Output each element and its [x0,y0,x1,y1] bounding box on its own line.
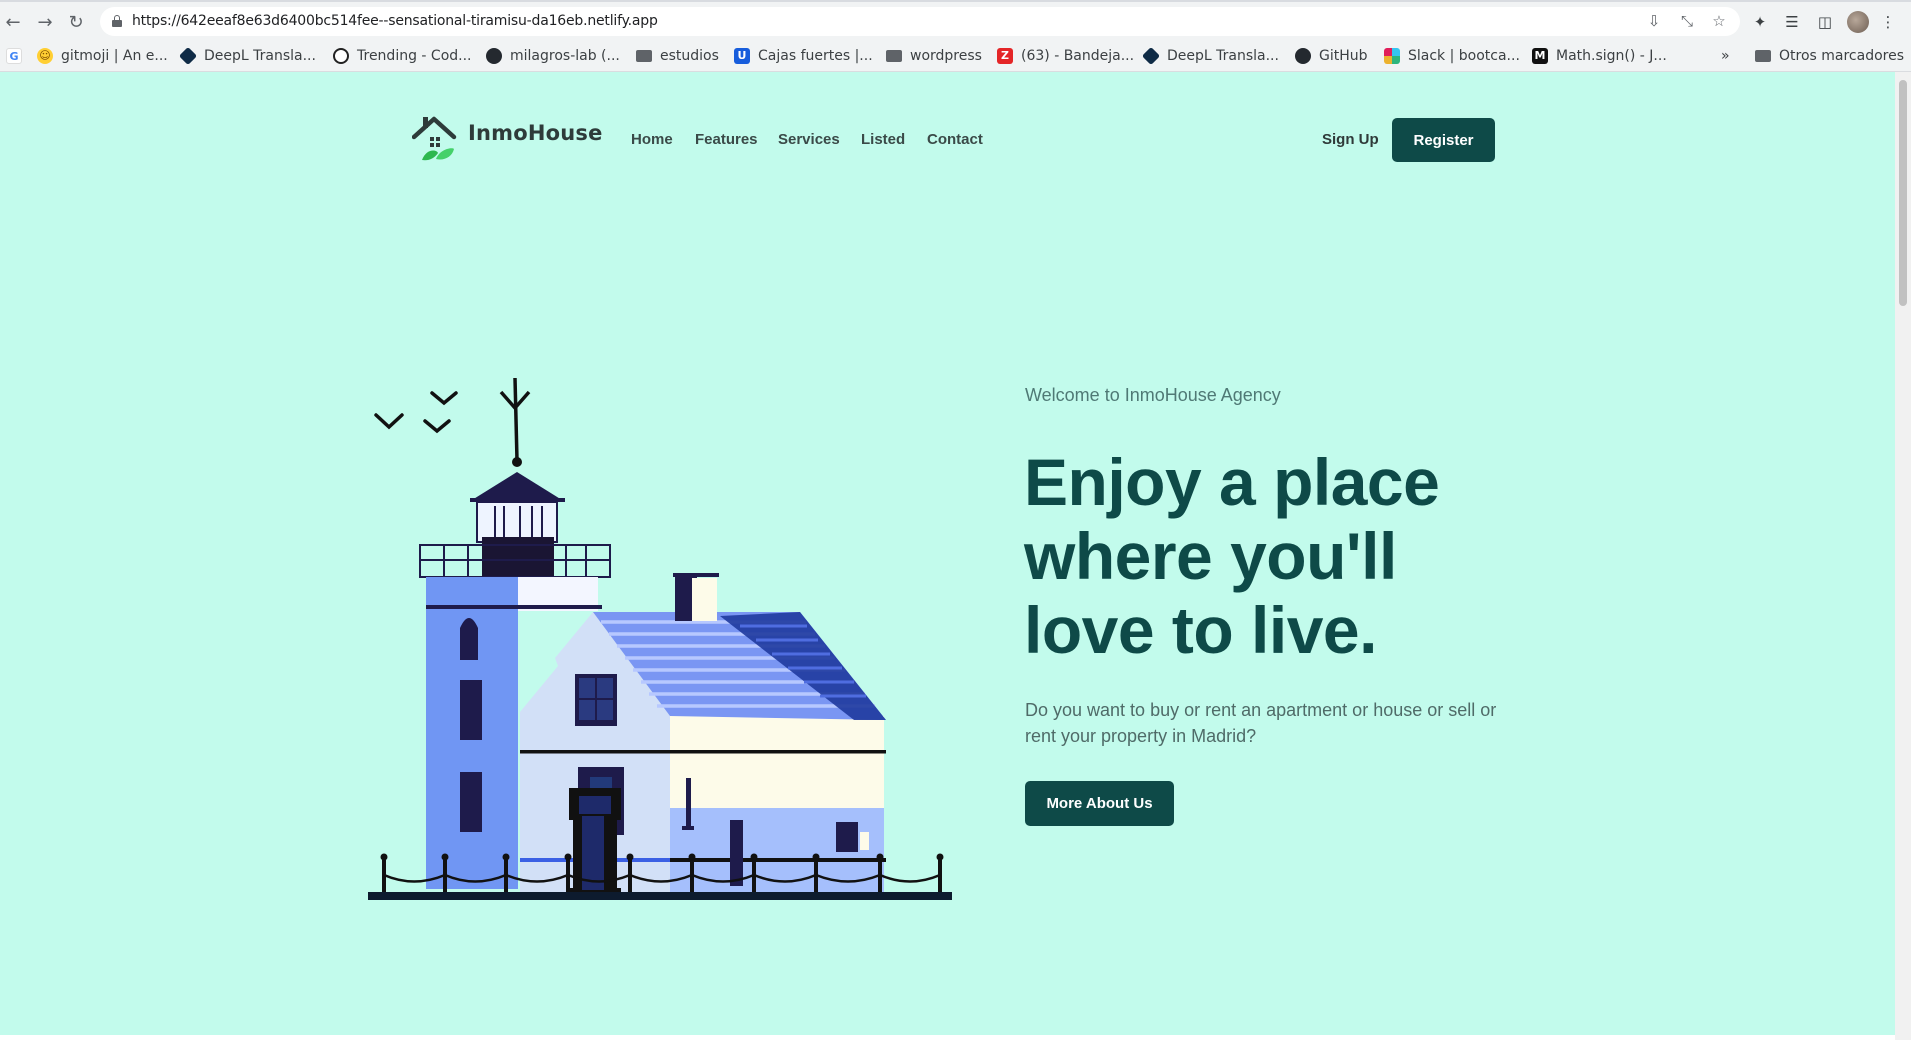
gitmoji-favicon: ☺ [37,48,53,64]
side-panel-icon[interactable]: ◫ [1813,10,1837,34]
nav-features[interactable]: Features [695,131,758,148]
bookmark-label: DeepL Transla... [204,48,316,64]
hero-illustration [360,300,960,900]
folder-icon [886,50,902,62]
mdn-favicon: M [1532,48,1548,64]
bookmark-item[interactable]: DeepL Transla... [1141,46,1279,66]
site-logo[interactable]: InmoHouse [411,115,602,165]
scrollbar-thumb[interactable] [1899,80,1907,306]
browser-toolbar: ← → ↻ https://642eeaf8e63d6400bc514fee--… [0,0,1911,40]
overflow-label: » [1721,48,1730,64]
url-text[interactable]: https://642eeaf8e63d6400bc514fee--sensat… [132,13,658,29]
hero-headline: Enjoy a place where you'll love to live. [1024,445,1440,667]
hero-lead: Do you want to buy or rent an apartment … [1025,700,1497,746]
bookmark-label: DeepL Transla... [1167,48,1279,64]
nav-services[interactable]: Services [778,131,840,148]
arrow-left-icon[interactable]: ← [0,9,26,35]
bookmark-item[interactable]: M Math.sign() - J... [1532,46,1667,66]
google-favicon: G [6,48,22,64]
bookmark-label: estudios [660,48,719,64]
more-about-us-button[interactable]: More About Us [1025,781,1174,826]
kebab-menu-icon[interactable]: ⋮ [1876,10,1900,34]
hero-eyebrow: Welcome to InmoHouse Agency [1025,385,1281,405]
bookmark-label: Trending - Cod... [357,48,472,64]
address-bar[interactable]: https://642eeaf8e63d6400bc514fee--sensat… [100,7,1740,36]
github-favicon [1295,48,1311,64]
deepl-favicon [1141,46,1161,66]
bookmark-folder[interactable]: estudios [636,46,719,66]
github-favicon [486,48,502,64]
bookmark-label: Slack | bootca... [1408,48,1520,64]
nav-home[interactable]: Home [631,131,673,148]
bookmark-folder[interactable]: wordpress [886,46,982,66]
bookmark-item[interactable]: milagros-lab (... [486,46,620,66]
slack-favicon [1384,48,1400,64]
install-app-icon[interactable]: ⇩ [1643,10,1665,32]
bookmark-label: Otros marcadores [1779,48,1905,64]
bookmark-label: GitHub [1319,48,1368,64]
bookmark-item[interactable]: ☺ gitmoji | An e... [37,46,168,66]
brand-name: InmoHouse [468,121,603,145]
bookmark-item[interactable]: U Cajas fuertes |... [734,46,873,66]
arrow-right-icon[interactable]: → [32,9,58,35]
bookmark-item[interactable]: Slack | bootca... [1384,46,1520,66]
lighthouse-house-illustration [368,377,952,900]
bookmark-item[interactable]: GitHub [1295,46,1368,66]
register-button[interactable]: Register [1392,118,1495,162]
nav-listed[interactable]: Listed [861,131,905,148]
page-scrollbar[interactable] [1895,72,1911,1040]
page-bottom-edge [0,1035,1895,1040]
share-icon[interactable]: ⤡ [1676,10,1698,32]
birds-icon [374,391,458,434]
sign-up-link[interactable]: Sign Up [1322,131,1379,148]
zoho-favicon: Z [997,48,1013,64]
bitwarden-favicon: U [734,48,750,64]
bookmark-item[interactable]: Z (63) - Bandeja... [997,46,1134,66]
bookmark-label: Math.sign() - J... [1556,48,1667,64]
star-icon[interactable]: ☆ [1708,10,1730,32]
bookmark-google[interactable]: G [6,46,22,66]
nav-contact[interactable]: Contact [927,131,983,148]
bookmarks-bar: G ☺ gitmoji | An e... DeepL Transla... T… [0,40,1911,72]
codepen-favicon [333,48,349,64]
bookmark-label: Cajas fuertes |... [758,48,873,64]
lock-icon[interactable] [112,15,122,27]
folder-icon [636,50,652,62]
other-bookmarks-folder[interactable]: Otros marcadores [1755,46,1904,66]
bookmark-item[interactable]: DeepL Transla... [178,46,316,66]
bookmarks-overflow-button[interactable]: » [1721,46,1730,66]
bookmark-label: gitmoji | An e... [61,48,168,64]
house-leaf-icon [411,116,457,161]
reload-icon[interactable]: ↻ [63,9,89,35]
reading-list-icon[interactable]: ☰ [1780,10,1804,34]
puzzle-icon[interactable]: ✦ [1748,10,1772,34]
bookmark-label: wordpress [910,48,982,64]
deepl-favicon [178,46,198,66]
profile-avatar[interactable] [1847,11,1869,33]
folder-icon [1755,50,1771,62]
bookmark-item[interactable]: Trending - Cod... [333,46,472,66]
bookmark-label: (63) - Bandeja... [1021,48,1135,64]
bookmark-label: milagros-lab (... [510,48,620,64]
